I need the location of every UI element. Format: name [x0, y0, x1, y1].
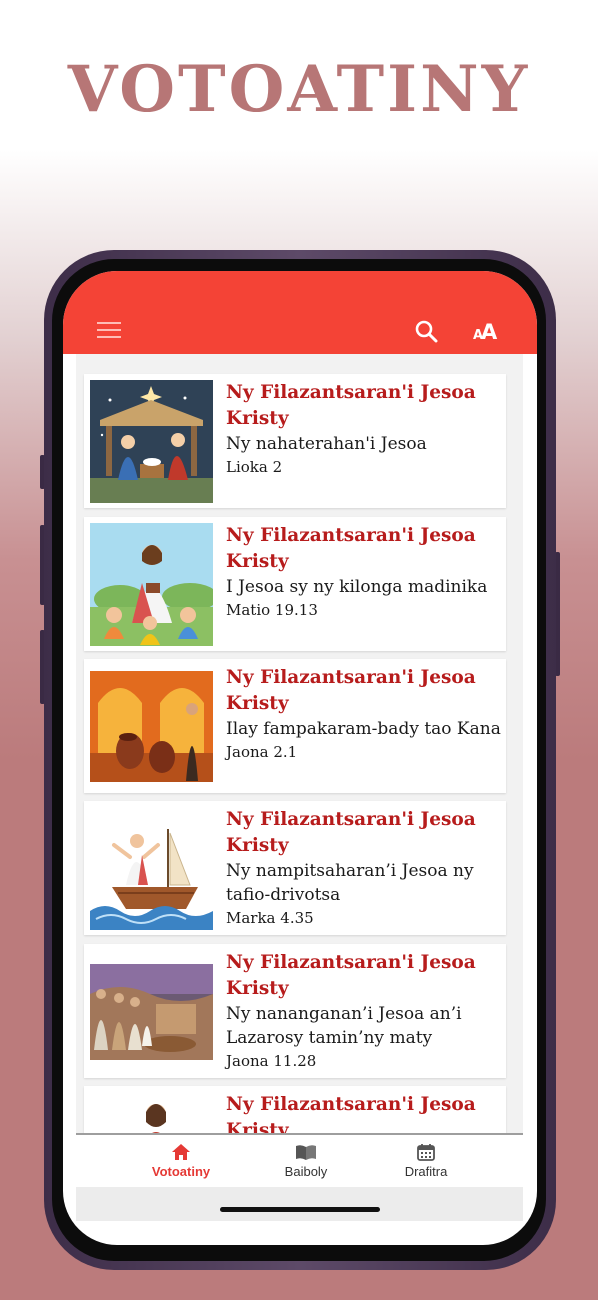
- story-title: Ny Filazantsaran'i Jesoa Kristy: [226, 667, 476, 714]
- story-subtitle: Ilay fampakaram-bady tao Kana: [226, 719, 501, 739]
- book-icon: [296, 1145, 316, 1160]
- story-list: Ny Filazantsaran'i Jesoa Kristy Ny nahat…: [76, 354, 523, 1133]
- story-title: Ny Filazantsaran'i Jesoa Kristy: [226, 809, 476, 856]
- hamburger-menu-icon[interactable]: [97, 322, 121, 339]
- story-title: Ny Filazantsaran'i Jesoa Kristy: [226, 382, 476, 429]
- story-card[interactable]: Ny Filazantsaran'i Jesoa Kristy Ny nampi…: [84, 801, 506, 935]
- font-size-icon[interactable]: A A: [473, 318, 499, 342]
- story-title: Ny Filazantsaran'i Jesoa Kristy: [226, 1094, 476, 1133]
- home-icon: [172, 1144, 190, 1160]
- story-card[interactable]: Ny Filazantsaran'i Jesoa Kristy Ny nahat…: [84, 374, 506, 508]
- story-thumbnail: [90, 807, 213, 930]
- app-bar: A A: [63, 271, 537, 354]
- story-card[interactable]: Ny Filazantsaran'i Jesoa Kristy I Jesoa …: [84, 517, 506, 651]
- calendar-icon: [417, 1144, 435, 1161]
- story-card[interactable]: Ny Filazantsaran'i Jesoa Kristy: [84, 1086, 506, 1133]
- story-thumbnail: [90, 380, 213, 503]
- nav-item-baiboly[interactable]: Baiboly: [256, 1143, 356, 1179]
- search-icon[interactable]: [414, 319, 438, 343]
- story-card[interactable]: Ny Filazantsaran'i Jesoa Kristy Ny nanan…: [84, 944, 506, 1078]
- nav-item-drafitra[interactable]: Drafitra: [376, 1143, 476, 1179]
- story-title: Ny Filazantsaran'i Jesoa Kristy: [226, 952, 476, 999]
- nav-label: Baiboly: [284, 1164, 328, 1179]
- story-reference: Jaona 2.1: [226, 743, 298, 761]
- nav-label: Drafitra: [404, 1164, 448, 1179]
- bottom-navigation: Votoatiny Baiboly Drafitra: [76, 1133, 523, 1189]
- page-headline: VOTOATINY: [67, 52, 531, 127]
- app-screen: A A Ny Filazantsaran'i Jesoa Kristy Ny n…: [63, 271, 537, 1245]
- nav-item-votoatiny[interactable]: Votoatiny: [131, 1143, 231, 1179]
- story-subtitle: Ny nananganan’i Jesoa an’i Lazarosy tami…: [226, 1004, 462, 1048]
- story-subtitle: I Jesoa sy ny kilonga madinika: [226, 577, 488, 597]
- story-card[interactable]: Ny Filazantsaran'i Jesoa Kristy Ilay fam…: [84, 659, 506, 793]
- story-title: Ny Filazantsaran'i Jesoa Kristy: [226, 525, 476, 572]
- story-thumbnail: [90, 523, 213, 646]
- story-reference: Matio 19.13: [226, 601, 318, 619]
- story-reference: Lioka 2: [226, 458, 283, 476]
- system-bar: [76, 1187, 523, 1221]
- story-subtitle: Ny nahaterahan'i Jesoa: [226, 434, 427, 454]
- nav-label: Votoatiny: [151, 1164, 211, 1179]
- story-thumbnail: [90, 1092, 213, 1133]
- story-reference: Marka 4.35: [226, 909, 314, 927]
- story-reference: Jaona 11.28: [226, 1052, 317, 1070]
- story-thumbnail: [90, 950, 213, 1073]
- story-subtitle: Ny nampitsaharan’i Jesoa ny tafio-drivot…: [226, 861, 474, 905]
- home-indicator[interactable]: [220, 1207, 380, 1212]
- story-thumbnail: [90, 665, 213, 788]
- svg-text:A: A: [481, 320, 498, 342]
